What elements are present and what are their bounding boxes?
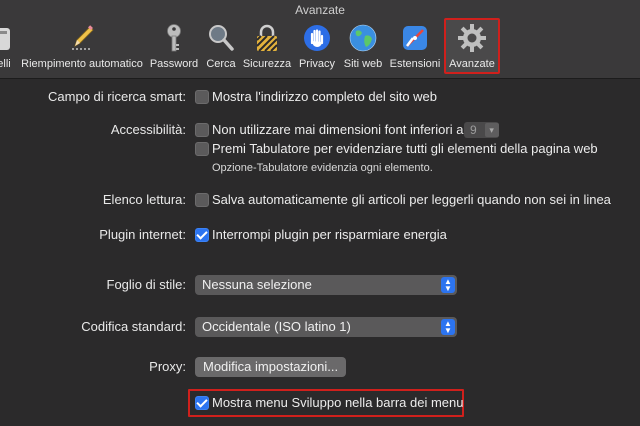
tab-label: Password [149,58,199,70]
window-title: Avanzate [295,3,345,17]
proxy-settings-button[interactable]: Modifica impostazioni... [195,357,347,377]
tab-general[interactable]: elli [0,20,18,70]
stop-plugins-checkbox[interactable] [195,228,209,242]
chevron-down-icon: ▾ [484,123,499,137]
magnifier-icon [209,25,234,51]
gear-icon [458,24,486,52]
puzzle-icon [403,26,427,50]
tab-highlight-hint: Opzione-Tabulatore evidenzia ogni elemen… [212,162,433,174]
hand-icon [304,25,330,51]
tab-extensions[interactable]: Estensioni [388,20,442,70]
tab-label: elli [0,58,11,70]
chevron-updown-icon: ▲ ▼ [441,277,455,293]
stylesheet-value: Nessuna selezione [202,277,312,292]
tab-websites[interactable]: Siti web [340,20,386,70]
internet-plugins-label: Plugin internet: [99,227,186,242]
stylesheet-label: Foglio di stile: [106,277,186,292]
min-font-size-option: Non utilizzare mai dimensioni font infer… [212,122,464,137]
develop-menu-option: Mostra menu Sviluppo nella barra dei men… [212,395,464,410]
toolbar: Avanzate elli Riempimento automatico Pas… [0,0,640,79]
lock-icon [256,24,278,52]
reading-list-label: Elenco lettura: [102,192,186,207]
globe-icon [349,24,377,52]
tab-highlight-checkbox[interactable] [195,142,209,156]
font-size-select[interactable]: 9 ▾ [464,122,499,138]
tab-label: Sicurezza [242,58,292,70]
encoding-value: Occidentale (ISO latino 1) [202,319,351,334]
proxy-label: Proxy: [149,359,186,374]
tab-label: Siti web [343,58,383,70]
general-icon [0,28,10,50]
develop-menu-checkbox[interactable] [195,396,209,410]
accessibility-label: Accessibilità: [110,122,186,137]
font-size-value: 9 [470,123,477,137]
key-icon [167,24,181,52]
chevron-updown-icon: ▲ ▼ [441,319,455,335]
tab-label: Privacy [298,58,336,70]
tab-advanced[interactable]: Avanzate [444,18,500,74]
smart-search-option: Mostra l'indirizzo completo del sito web [212,89,438,104]
reading-list-option: Salva automaticamente gli articoli per l… [212,192,611,207]
smart-search-checkbox[interactable] [195,90,209,104]
tab-highlight-option: Premi Tabulatore per evidenziare tutti g… [212,141,598,156]
stylesheet-select[interactable]: Nessuna selezione ▲ ▼ [195,275,457,295]
tab-security[interactable]: Sicurezza [240,20,294,70]
stop-plugins-option: Interrompi plugin per risparmiare energi… [212,227,447,242]
encoding-select[interactable]: Occidentale (ISO latino 1) ▲ ▼ [195,317,457,337]
tab-label: Avanzate [449,58,495,70]
tab-search[interactable]: Cerca [202,20,240,70]
tab-label: Cerca [206,58,236,70]
tab-label: Riempimento automatico [21,58,143,70]
smart-search-label: Campo di ricerca smart: [48,89,186,104]
min-font-size-checkbox[interactable] [195,123,209,137]
tab-privacy[interactable]: Privacy [296,20,338,70]
pencil-icon [72,25,94,50]
encoding-label: Codifica standard: [81,319,186,334]
tab-passwords[interactable]: Password [148,20,200,70]
tab-autofill[interactable]: Riempimento automatico [18,20,146,70]
reading-list-checkbox[interactable] [195,193,209,207]
tab-label: Estensioni [389,58,441,70]
